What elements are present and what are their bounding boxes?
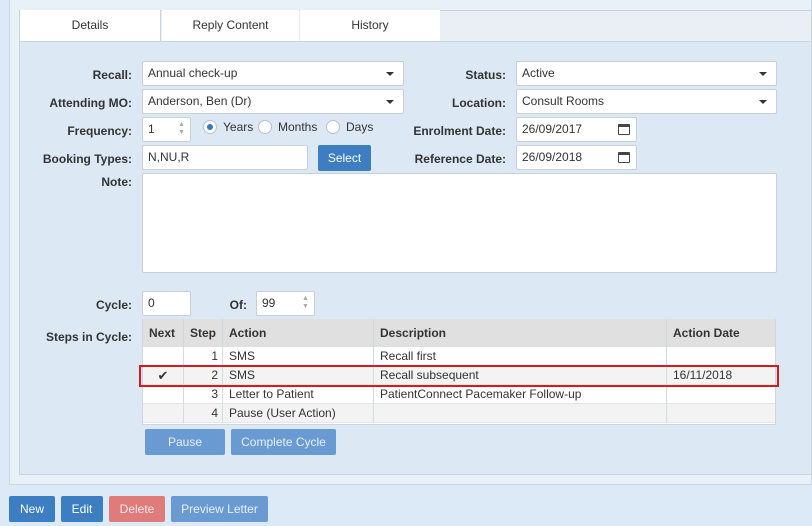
table-cell-step[interactable]: 3 [184,385,223,404]
location-label: Location: [452,96,506,110]
spinner-arrows-icon[interactable]: ▲ ▼ [301,295,310,312]
col-header-action: Action [223,319,374,347]
enrolment-date-value: 26/09/2017 [522,122,583,136]
table-cell-next[interactable] [143,385,184,404]
table-cell-step[interactable]: 4 [184,404,223,423]
status-label: Status: [465,68,506,82]
col-header-next: Next [143,319,184,347]
cycle-of-value: 99 [262,296,276,310]
spinner-arrows-icon[interactable]: ▲ ▼ [177,121,186,138]
booking-types-label: Booking Types: [42,152,132,166]
col-header-step: Step [184,319,223,347]
note-textarea[interactable] [142,173,777,273]
recall-value: Annual check-up [148,66,238,80]
col-header-description: Description [374,319,667,347]
preview-letter-button[interactable]: Preview Letter [171,496,268,522]
tab-reply-content[interactable]: Reply Content [162,10,299,41]
frequency-months-radio[interactable] [258,120,272,134]
table-cell-action-date[interactable] [667,404,775,423]
frequency-label: Frequency: [67,124,132,138]
cycle-value: 0 [148,296,155,310]
highlighted-row-outline [139,365,779,387]
frequency-years-radio[interactable] [203,120,217,134]
frequency-years-label: Years [223,120,254,134]
table-cell-action[interactable]: SMS [223,347,374,366]
location-value: Consult Rooms [522,94,605,108]
note-label: Note: [101,175,132,189]
calendar-icon[interactable] [618,152,630,163]
frequency-value: 1 [148,122,155,136]
booking-types-value: N,NU,R [148,150,190,164]
edit-button[interactable]: Edit [61,496,103,522]
frequency-days-radio[interactable] [326,120,340,134]
status-select[interactable]: Active [516,61,777,86]
table-cell-action-date[interactable] [667,347,775,366]
table-cell-action-date[interactable] [667,385,775,404]
table-cell-next[interactable] [143,347,184,366]
of-label: Of: [229,298,247,312]
recall-select[interactable]: Annual check-up [142,61,404,86]
pause-button[interactable]: Pause [145,429,225,455]
attending-mo-value: Anderson, Ben (Dr) [148,94,252,108]
col-header-action-date: Action Date [667,319,775,347]
frequency-stepper[interactable]: 1 ▲ ▼ [142,117,191,142]
steps-in-cycle-label: Steps in Cycle: [45,330,132,344]
recall-label: Recall: [92,68,132,82]
booking-types-input[interactable]: N,NU,R [142,145,308,170]
table-cell-description[interactable]: Recall first [374,347,667,366]
attending-mo-select[interactable]: Anderson, Ben (Dr) [142,89,404,114]
cycle-label: Cycle: [95,298,132,312]
cycle-input[interactable]: 0 [142,291,191,316]
table-cell-next[interactable] [143,404,184,423]
table-cell-action[interactable]: Pause (User Action) [223,404,374,423]
select-booking-types-button[interactable]: Select [318,145,371,171]
frequency-months-label: Months [278,120,318,134]
enrolment-date-input[interactable]: 26/09/2017 [516,117,637,142]
chevron-down-icon [386,72,394,76]
reference-date-label: Reference Date: [414,152,506,166]
chevron-down-icon [386,100,394,104]
cycle-of-stepper[interactable]: 99 ▲ ▼ [256,291,315,316]
location-select[interactable]: Consult Rooms [516,89,777,114]
table-cell-step[interactable]: 1 [184,347,223,366]
chevron-down-icon [759,72,767,76]
new-button[interactable]: New [9,496,55,522]
table-cell-description[interactable]: PatientConnect Pacemaker Follow-up [374,385,667,404]
attending-mo-label: Attending MO: [49,96,132,110]
frequency-days-label: Days [346,120,374,134]
table-cell-action[interactable]: Letter to Patient [223,385,374,404]
table-cell-description[interactable] [374,404,667,423]
chevron-down-icon [759,100,767,104]
reference-date-input[interactable]: 26/09/2018 [516,145,637,170]
enrolment-date-label: Enrolment Date: [413,124,506,138]
complete-cycle-button[interactable]: Complete Cycle [231,429,336,455]
calendar-icon[interactable] [618,124,630,135]
reference-date-value: 26/09/2018 [522,150,583,164]
tab-history[interactable]: History [300,10,440,41]
delete-button[interactable]: Delete [109,496,165,522]
status-value: Active [522,66,555,80]
tab-details[interactable]: Details [20,10,161,41]
